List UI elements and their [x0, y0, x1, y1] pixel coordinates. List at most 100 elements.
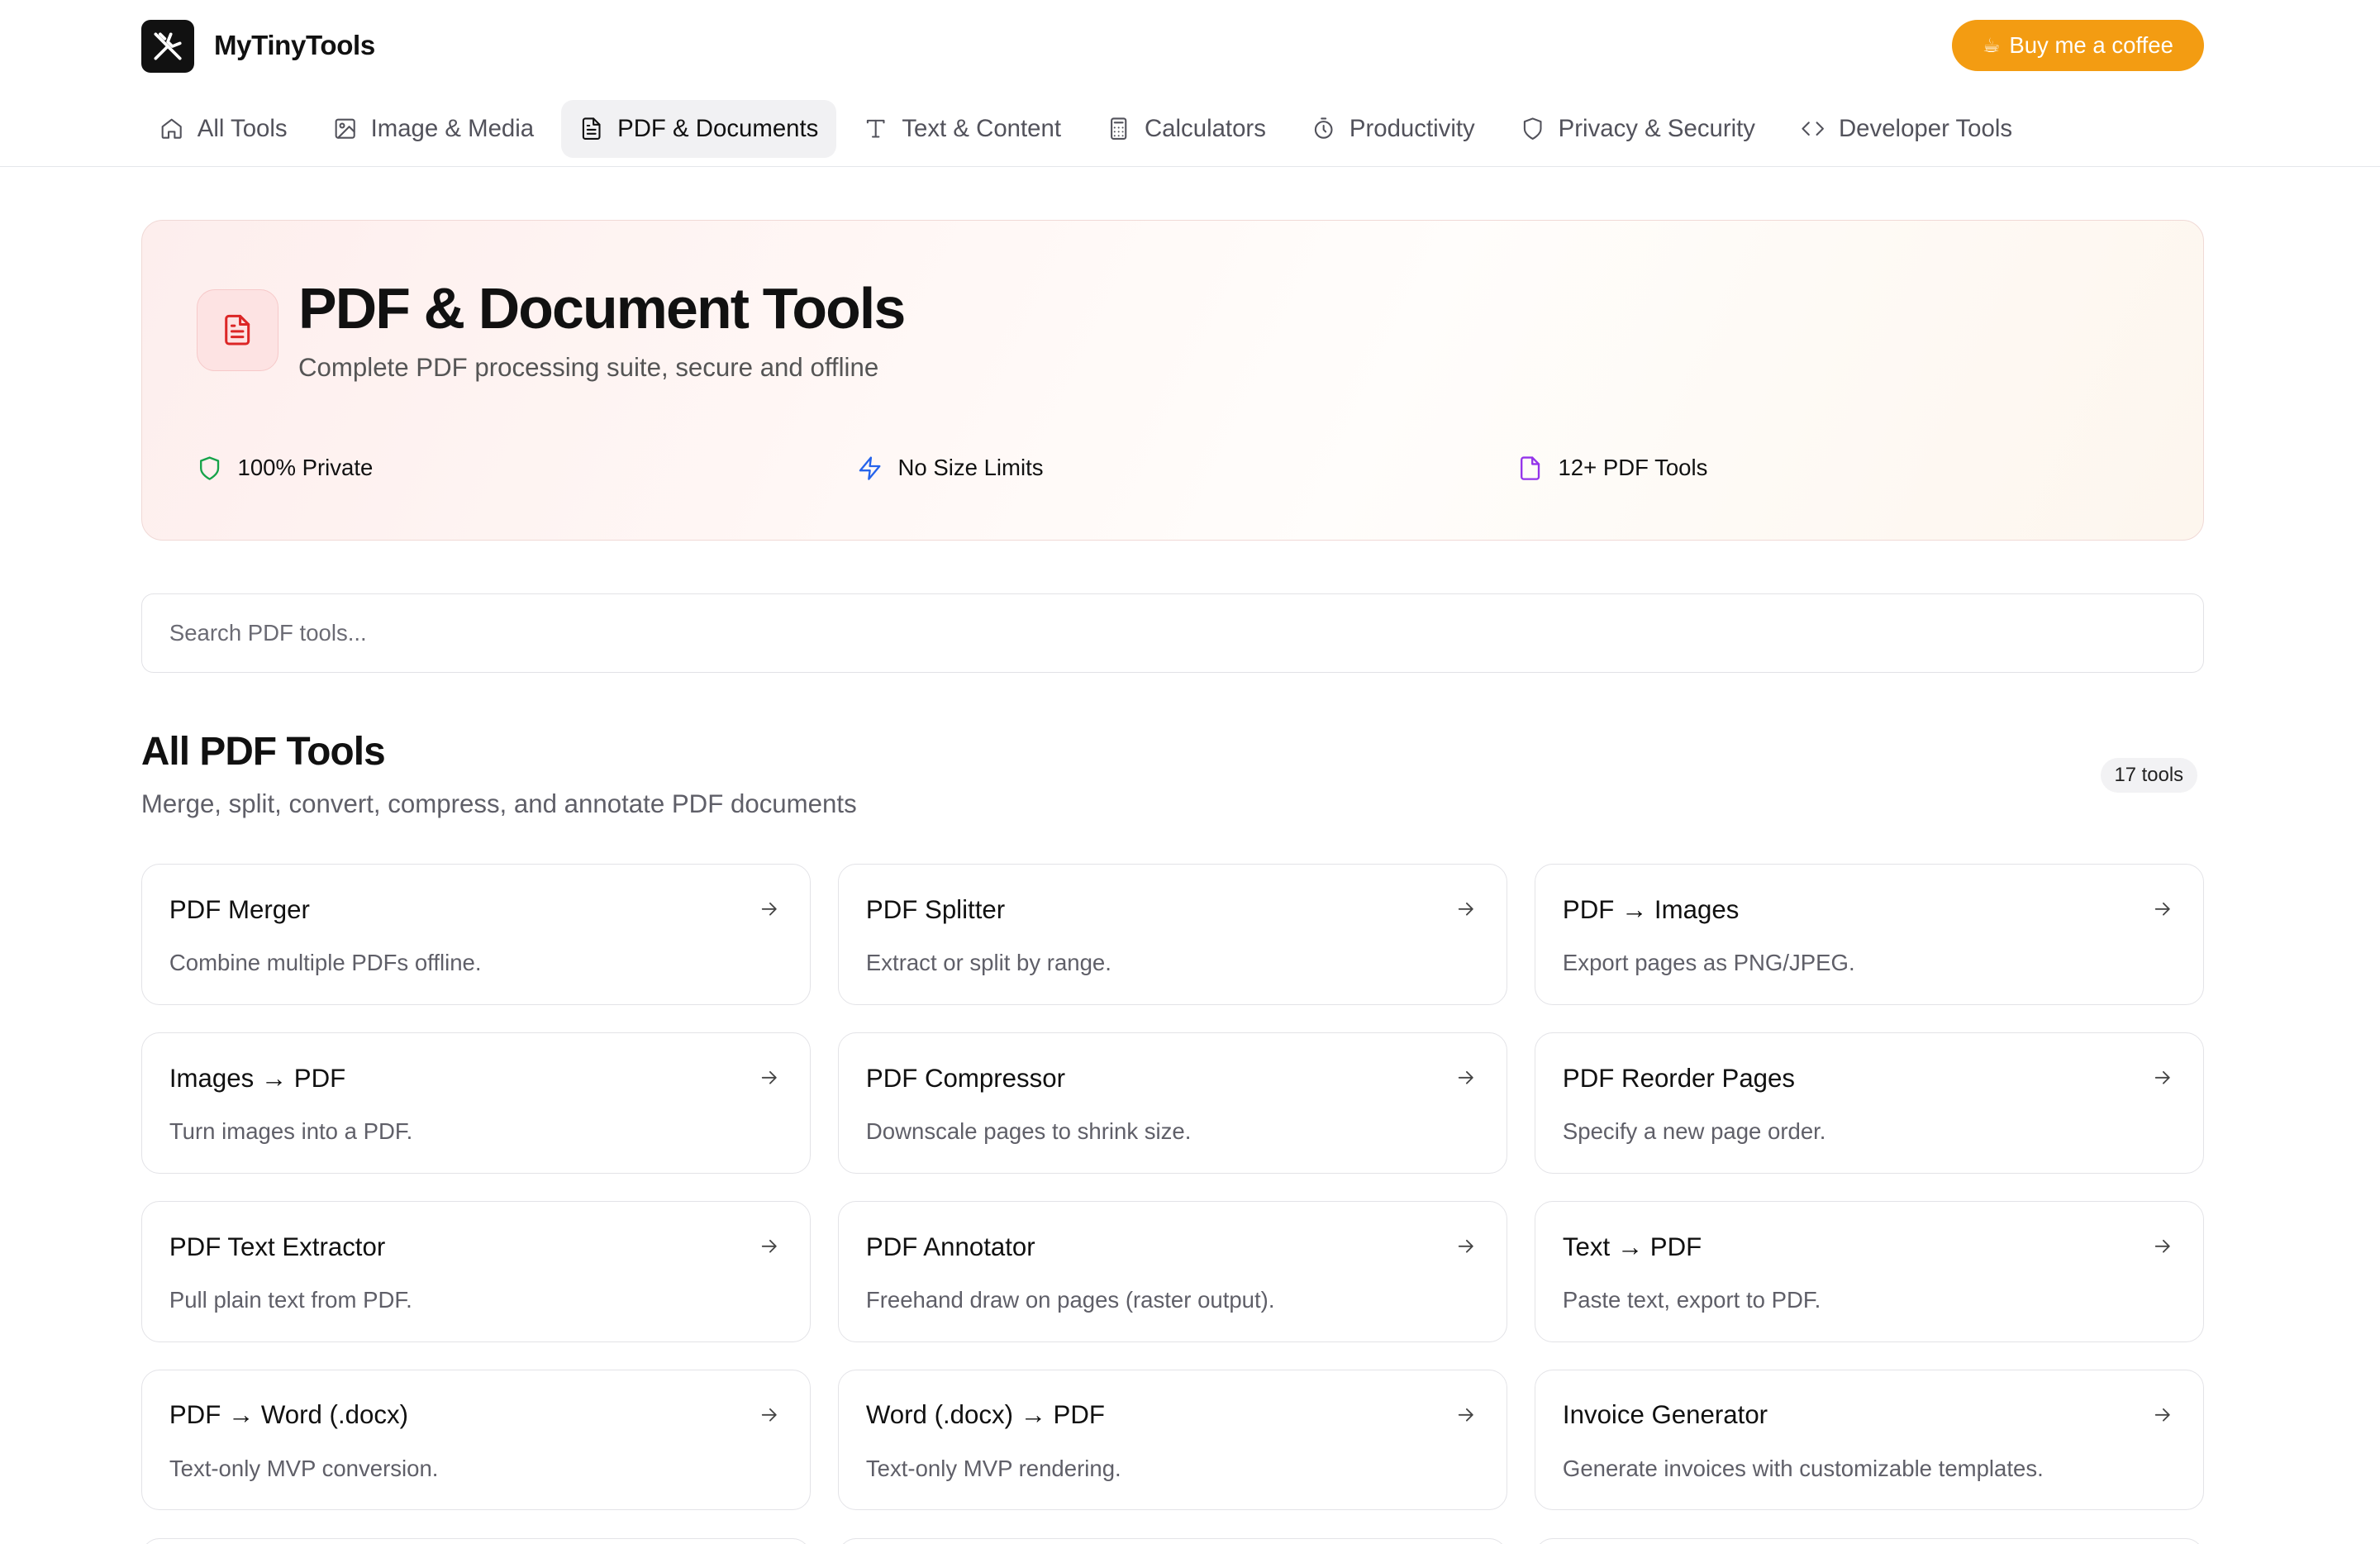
- page-subtitle: Complete PDF processing suite, secure an…: [298, 353, 879, 383]
- shield-check-icon: [199, 455, 220, 480]
- feature-label: No Size Limits: [897, 455, 1044, 481]
- arrow-right-icon: [1454, 1403, 1478, 1427]
- hero-banner: PDF & Document Tools Complete PDF proces…: [140, 220, 2204, 541]
- tool-card[interactable]: PDF Compressor Downscale pages to shrink…: [837, 1032, 1507, 1174]
- page-title: PDF & Document Tools: [298, 276, 906, 341]
- tool-title: PDF Annotator: [865, 1232, 1035, 1261]
- feature-label: 12+ PDF Tools: [1558, 455, 1708, 481]
- search-input[interactable]: [140, 593, 2204, 673]
- arrow-right-icon: [2151, 898, 2174, 921]
- tool-description: Paste text, export to PDF.: [1562, 1286, 1821, 1313]
- feature-private: 100% Private: [197, 455, 373, 481]
- document-icon: [583, 117, 601, 141]
- page: MyTinyTools ☕ Buy me a coffee All Tools …: [0, 0, 2380, 1544]
- nav-item-label: PDF & Documents: [617, 115, 819, 143]
- brand[interactable]: MyTinyTools: [140, 19, 375, 74]
- arrow-right-icon: [2151, 1235, 2174, 1258]
- tool-card[interactable]: PDF → Images Export pages as PNG/JPEG.: [1534, 864, 2204, 1005]
- tool-title: PDF Reorder Pages: [1562, 1063, 1796, 1093]
- tool-count-badge: 17 tools: [2100, 757, 2197, 793]
- arrow-right-icon: [2151, 1066, 2174, 1089]
- nav-item-calculators[interactable]: Calculators: [1088, 100, 1284, 158]
- tool-title: PDF → Images: [1562, 894, 1740, 924]
- file-text-icon: [196, 288, 279, 372]
- calculator-icon: [1111, 117, 1127, 141]
- section-title: All PDF Tools: [140, 729, 386, 774]
- tool-title: Images → PDF: [169, 1063, 346, 1093]
- buy-coffee-button[interactable]: ☕ Buy me a coffee: [1951, 19, 2204, 72]
- arrow-right-icon: [1454, 898, 1478, 921]
- arrow-right-icon: [758, 1235, 781, 1258]
- tool-card[interactable]: [837, 1537, 1507, 1544]
- image-icon: [335, 119, 355, 140]
- arrow-right-icon: [758, 1066, 781, 1089]
- arrow-right-icon: [758, 898, 781, 921]
- tool-card[interactable]: PDF Annotator Freehand draw on pages (ra…: [837, 1200, 1507, 1342]
- tool-title: Invoice Generator: [1562, 1400, 1768, 1430]
- nav-item-all-tools[interactable]: All Tools: [141, 100, 306, 158]
- tool-description: Combine multiple PDFs offline.: [169, 949, 482, 975]
- tool-title: PDF Text Extractor: [169, 1232, 386, 1261]
- feature-label: 100% Private: [237, 455, 374, 481]
- arrow-right-icon: [2151, 1403, 2174, 1427]
- tool-description: Export pages as PNG/JPEG.: [1562, 949, 1855, 975]
- lightning-icon: [859, 455, 881, 480]
- nav-item-developer-tools[interactable]: Developer Tools: [1783, 100, 2030, 158]
- top-bar: MyTinyTools ☕ Buy me a coffee All Tools …: [0, 0, 2380, 168]
- tool-description: Text-only MVP rendering.: [865, 1455, 1121, 1481]
- tool-description: Generate invoices with customizable temp…: [1562, 1455, 2044, 1481]
- nav-item-text-content[interactable]: Text & Content: [845, 100, 1079, 158]
- tool-grid-next-row: [140, 1537, 2204, 1544]
- code-icon: [1802, 122, 1825, 136]
- tool-card[interactable]: [1534, 1537, 2204, 1544]
- nav-item-privacy-security[interactable]: Privacy & Security: [1502, 100, 1773, 158]
- tool-description: Downscale pages to shrink size.: [865, 1117, 1192, 1144]
- tool-title: PDF → Word (.docx): [169, 1400, 408, 1430]
- brand-name: MyTinyTools: [213, 31, 375, 62]
- tool-title: Word (.docx) → PDF: [865, 1400, 1105, 1430]
- tool-grid: PDF Merger Combine multiple PDFs offline…: [140, 864, 2204, 1511]
- tool-title: PDF Merger: [169, 894, 310, 924]
- nav-item-label: Developer Tools: [1838, 115, 2013, 143]
- tool-card[interactable]: Word (.docx) → PDF Text-only MVP renderi…: [837, 1369, 1507, 1511]
- shield-icon: [1523, 117, 1542, 141]
- tool-card[interactable]: PDF Splitter Extract or split by range.: [837, 864, 1507, 1005]
- tool-card[interactable]: [140, 1537, 811, 1544]
- arrow-right-icon: [1454, 1066, 1478, 1089]
- tool-card[interactable]: PDF Merger Combine multiple PDFs offline…: [140, 864, 811, 1005]
- nav-item-image-media[interactable]: Image & Media: [315, 100, 553, 158]
- arrow-right-icon: [758, 1403, 781, 1427]
- tool-card[interactable]: PDF Reorder Pages Specify a new page ord…: [1534, 1032, 2204, 1174]
- section-subtitle: Merge, split, convert, compress, and ann…: [140, 789, 857, 819]
- tool-description: Freehand draw on pages (raster output).: [865, 1286, 1275, 1313]
- tool-description: Text-only MVP conversion.: [169, 1455, 439, 1481]
- tool-title: Text → PDF: [1562, 1232, 1702, 1261]
- nav-item-label: Image & Media: [370, 115, 535, 143]
- arrow-right-icon: [1454, 1235, 1478, 1258]
- tool-card[interactable]: PDF → Word (.docx) Text-only MVP convers…: [140, 1369, 811, 1511]
- category-nav: All Tools Image & Media PDF & Documents …: [141, 100, 2040, 158]
- text-icon: [867, 120, 885, 138]
- tool-title: PDF Splitter: [865, 894, 1006, 924]
- tool-description: Extract or split by range.: [865, 949, 1111, 975]
- file-icon: [1520, 455, 1540, 480]
- nav-item-label: Privacy & Security: [1558, 115, 1755, 143]
- nav-item-label: Calculators: [1144, 115, 1266, 143]
- tool-card[interactable]: Invoice Generator Generate invoices with…: [1534, 1369, 2204, 1511]
- nav-item-productivity[interactable]: Productivity: [1293, 100, 1493, 158]
- tool-title: PDF Compressor: [865, 1063, 1066, 1093]
- buy-coffee-label: Buy me a coffee: [2009, 32, 2173, 59]
- tool-card[interactable]: Images → PDF Turn images into a PDF.: [140, 1032, 811, 1174]
- coffee-cup-icon: ☕: [1982, 34, 2001, 57]
- tool-description: Turn images into a PDF.: [169, 1117, 413, 1144]
- brand-logo-icon: [140, 19, 195, 74]
- tool-description: Pull plain text from PDF.: [169, 1286, 412, 1313]
- tool-description: Specify a new page order.: [1562, 1117, 1826, 1144]
- tool-card[interactable]: Text → PDF Paste text, export to PDF.: [1534, 1200, 2204, 1342]
- tool-card[interactable]: PDF Text Extractor Pull plain text from …: [140, 1200, 811, 1342]
- timer-icon: [1314, 117, 1333, 140]
- home-icon: [161, 119, 182, 140]
- feature-pdf-tools-count: 12+ PDF Tools: [1517, 455, 1708, 481]
- nav-item-pdf-documents[interactable]: PDF & Documents: [561, 100, 837, 158]
- nav-item-label: Text & Content: [902, 115, 1061, 143]
